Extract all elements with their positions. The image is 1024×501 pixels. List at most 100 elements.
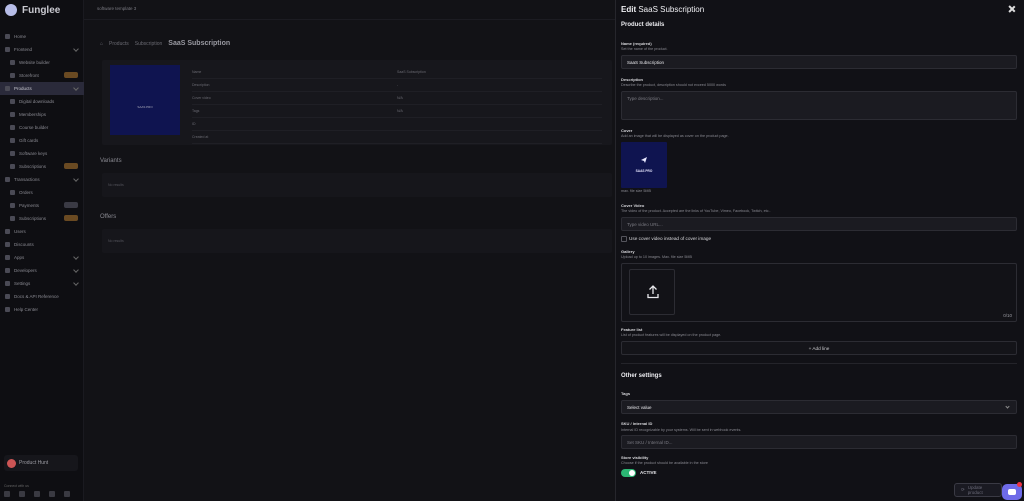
social-icon[interactable] — [19, 491, 25, 497]
product-details-heading: Product details — [621, 22, 665, 28]
sidebar-item[interactable]: Discounts — [0, 238, 84, 251]
upload-icon — [647, 285, 659, 299]
variants-title: Variants — [100, 158, 122, 164]
breadcrumb-item[interactable]: Products — [109, 41, 129, 47]
other-settings-heading: Other settings — [621, 373, 662, 379]
sidebar-item-label: Gift cards — [19, 138, 39, 143]
nav-item-icon — [10, 138, 15, 143]
gallery-hint: Upload up to 10 images. Max. file size 5… — [621, 255, 692, 259]
product-hunt-card[interactable]: Product Hunt — [4, 455, 78, 471]
status-badge — [64, 202, 78, 208]
property-row: Created at — [192, 131, 602, 144]
sidebar-item-label: Frontend — [14, 47, 33, 52]
cover-video-hint: The video of the product. Accepted are t… — [621, 209, 771, 213]
product-image: SAAS PRO — [110, 65, 180, 135]
product-hunt-label: Product Hunt — [19, 460, 49, 466]
sku-hint: Internal ID recognizable by your systems… — [621, 428, 742, 432]
product-hunt-icon — [7, 458, 16, 468]
home-icon[interactable]: ⌂ — [100, 41, 103, 47]
product-summary: SAAS PRO Name SaaS Subscription Descriptio… — [102, 60, 612, 145]
property-key: ID — [192, 122, 196, 126]
chat-widget-button[interactable] — [1002, 482, 1022, 500]
use-cover-video-checkbox[interactable] — [621, 236, 627, 242]
nav-item-icon — [5, 47, 10, 52]
tags-select[interactable]: Select value — [621, 400, 1017, 414]
sidebar-item-label: Digital downloads — [19, 99, 55, 104]
sidebar-item-label: Home — [14, 34, 27, 39]
close-icon[interactable] — [1008, 5, 1016, 13]
sidebar-item[interactable]: Payments — [0, 199, 84, 212]
sidebar-item[interactable]: Home — [0, 30, 84, 43]
sidebar-item-label: Storefront — [19, 73, 39, 78]
name-input[interactable]: SaaS Subscription — [621, 55, 1017, 69]
property-value: N/A — [397, 96, 403, 100]
sidebar-item-label: Apps — [14, 255, 25, 260]
brand-name: Funglee — [22, 4, 61, 16]
brand[interactable]: Funglee — [5, 4, 60, 16]
store-visibility-toggle[interactable] — [621, 469, 636, 477]
nav-item-icon — [5, 86, 10, 91]
chevron-down-icon — [1005, 404, 1010, 409]
social-icon[interactable] — [64, 491, 70, 497]
property-value: SaaS Subscription — [397, 70, 426, 74]
use-cover-video-label[interactable]: Use cover video instead of cover image — [629, 236, 711, 241]
sidebar-item-label: Docs & API Reference — [14, 294, 59, 299]
cover-max-size: max. file size 5MB — [621, 189, 651, 193]
breadcrumb-item[interactable]: Subscription — [135, 41, 163, 47]
sidebar-item[interactable]: Frontend — [0, 43, 84, 56]
sidebar-item[interactable]: Users — [0, 225, 84, 238]
sidebar-item[interactable]: Settings — [0, 277, 84, 290]
project-selector[interactable]: software template 3 — [97, 6, 136, 11]
nav-item-icon — [5, 294, 10, 299]
cover-video-input[interactable]: Type video URL... — [621, 217, 1017, 231]
offers-empty: No results — [102, 229, 612, 253]
connect-label: Connect with us — [4, 484, 29, 488]
tags-select-value: Select value — [627, 405, 652, 410]
sidebar-item[interactable]: Transactions — [0, 173, 84, 186]
sidebar-item[interactable]: Gift cards — [0, 134, 84, 147]
sidebar-item-label: Subscriptions — [19, 164, 47, 169]
upload-button[interactable] — [629, 269, 675, 315]
sidebar-item[interactable]: Subscriptions — [0, 160, 84, 173]
sidebar-item[interactable]: Memberships — [0, 108, 84, 121]
social-icon[interactable] — [34, 491, 40, 497]
product-properties: Name SaaS Subscription Description - Cover v… — [192, 66, 602, 144]
sidebar-item-label: Users — [14, 229, 26, 234]
social-icon[interactable] — [4, 491, 10, 497]
app: Funglee Home Frontend Website builder Store… — [0, 0, 1024, 501]
toggle-knob — [629, 470, 635, 476]
sidebar-item-label: Products — [14, 86, 32, 91]
sidebar-item[interactable]: Help Center — [0, 303, 84, 316]
sidebar-item[interactable]: Products — [0, 82, 84, 95]
cover-image[interactable]: SAAS PRO — [621, 142, 667, 188]
cover-image-text: SAAS PRO — [635, 169, 653, 173]
sku-input[interactable]: Set SKU / Internal ID... — [621, 435, 1017, 449]
gallery-dropzone[interactable]: 0/10 — [621, 263, 1017, 322]
sidebar-item[interactable]: Orders — [0, 186, 84, 199]
property-row: Description - — [192, 79, 602, 92]
nav-item-icon — [5, 177, 10, 182]
store-visibility-label: Store visibility — [621, 455, 649, 460]
sidebar-item[interactable]: Developers — [0, 264, 84, 277]
add-line-button[interactable]: + Add line — [621, 341, 1017, 355]
sidebar-item-label: Subscriptions — [19, 216, 47, 221]
sidebar-nav: Home Frontend Website builder Storefront Pro… — [0, 30, 84, 316]
nav-item-icon — [5, 307, 10, 312]
sidebar-item[interactable]: Digital downloads — [0, 95, 84, 108]
product-image-text: SAAS PRO — [137, 105, 153, 109]
sidebar-item[interactable]: Course builder — [0, 121, 84, 134]
social-icon[interactable] — [49, 491, 55, 497]
chevron-down-icon — [73, 176, 79, 182]
sidebar-item[interactable]: Subscriptions — [0, 212, 84, 225]
sidebar-item[interactable]: Website builder — [0, 56, 84, 69]
sidebar-item[interactable]: Storefront — [0, 69, 84, 82]
update-product-button[interactable]: ⟳ Update product — [954, 483, 1002, 497]
status-badge — [64, 72, 78, 78]
sidebar-item[interactable]: Software keys — [0, 147, 84, 160]
sidebar-item[interactable]: Docs & API Reference — [0, 290, 84, 303]
sidebar-item[interactable]: Apps — [0, 251, 84, 264]
name-label: Name (required) — [621, 41, 652, 46]
description-textarea[interactable]: Type description... — [621, 91, 1017, 120]
property-key: Name — [192, 70, 202, 74]
status-badge — [64, 163, 78, 169]
